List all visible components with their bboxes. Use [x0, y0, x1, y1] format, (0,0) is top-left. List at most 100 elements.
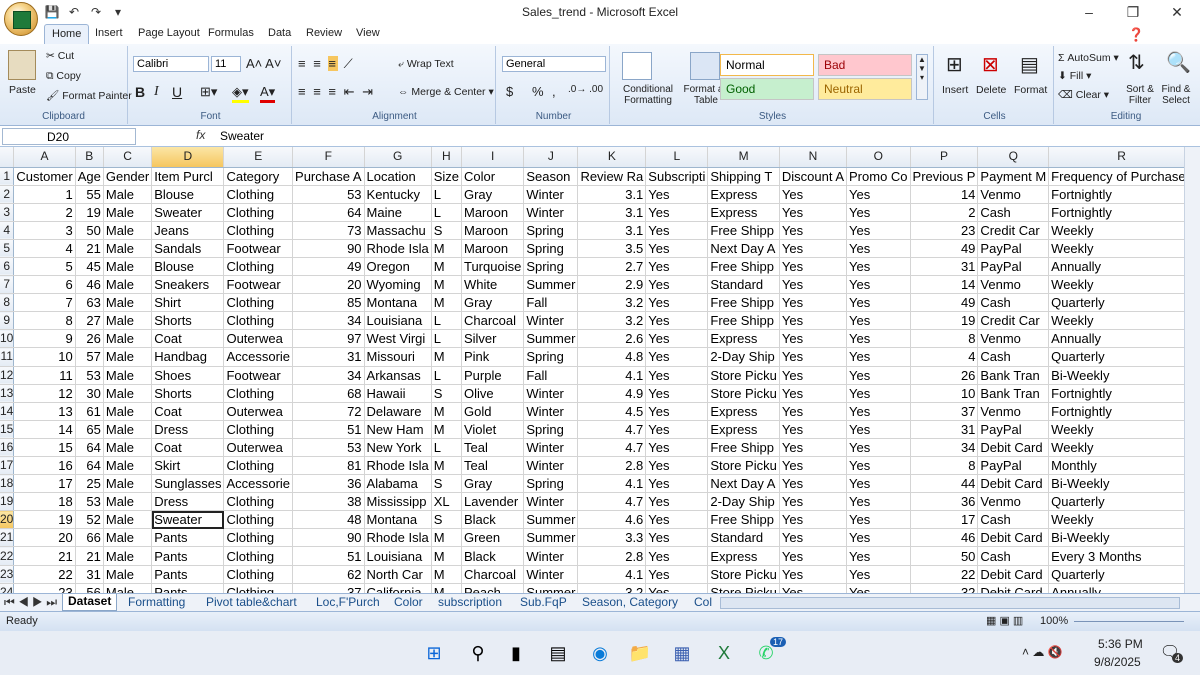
cell[interactable]: Debit Card: [977, 528, 1050, 548]
cell[interactable]: Sneakers: [151, 275, 225, 295]
cell[interactable]: Yes: [846, 474, 911, 494]
cell[interactable]: Teal: [461, 456, 525, 476]
merge-center-button[interactable]: ⇔ Merge & Center ▾: [398, 86, 494, 98]
cell[interactable]: Yes: [645, 293, 709, 313]
cell[interactable]: Yes: [846, 203, 911, 222]
font-color-icon[interactable]: A▾: [260, 84, 276, 103]
cell[interactable]: 53: [292, 185, 365, 204]
cell[interactable]: 34: [292, 366, 365, 385]
cell[interactable]: Weekly: [1048, 275, 1196, 295]
cell[interactable]: Express: [707, 185, 780, 204]
cell[interactable]: Missouri: [364, 347, 432, 367]
cell[interactable]: PayPal: [977, 420, 1050, 439]
cell[interactable]: Quarterly: [1048, 492, 1196, 512]
cell[interactable]: Winter: [523, 185, 579, 204]
decimal-icons[interactable]: .0→ .00: [568, 84, 603, 95]
cell[interactable]: 12: [13, 384, 76, 403]
office-button[interactable]: [4, 2, 38, 36]
cell[interactable]: Sweater: [151, 510, 225, 530]
cell[interactable]: Yes: [779, 293, 848, 313]
cell[interactable]: Pink: [461, 347, 525, 367]
cell[interactable]: Debit Card: [977, 565, 1050, 584]
cell[interactable]: Summer: [523, 583, 579, 593]
cell[interactable]: Yes: [846, 366, 911, 385]
cell[interactable]: Olive: [461, 384, 525, 403]
number-format-select[interactable]: General: [502, 56, 606, 72]
cell[interactable]: Yes: [779, 203, 848, 222]
cell[interactable]: Male: [103, 185, 153, 204]
cell[interactable]: Winter: [523, 311, 579, 331]
cell[interactable]: 11: [13, 366, 76, 385]
cell[interactable]: Winter: [523, 492, 579, 512]
cell[interactable]: Yes: [846, 239, 911, 258]
cell[interactable]: Store Picku: [707, 583, 780, 593]
cell[interactable]: 72: [292, 402, 365, 421]
cell[interactable]: Pants: [151, 565, 225, 584]
cell[interactable]: 4.8: [577, 347, 647, 367]
cell[interactable]: Fall: [523, 293, 579, 313]
cell[interactable]: 57: [75, 347, 104, 367]
row-header[interactable]: 6: [0, 257, 15, 277]
cell[interactable]: M: [431, 347, 462, 367]
bold-button[interactable]: B: [135, 84, 145, 100]
cell[interactable]: Bi-Weekly: [1048, 528, 1196, 548]
cell[interactable]: 16: [13, 456, 76, 476]
cell[interactable]: 62: [292, 565, 365, 584]
cell[interactable]: 34: [910, 438, 979, 458]
cell[interactable]: Arkansas: [364, 366, 432, 385]
cell[interactable]: Yes: [779, 185, 848, 204]
cell[interactable]: Next Day A: [707, 474, 780, 494]
column-header[interactable]: E: [223, 147, 294, 168]
cell[interactable]: Promo Co: [846, 167, 911, 186]
cell[interactable]: Male: [103, 329, 153, 349]
cell[interactable]: Gray: [461, 293, 525, 313]
cell[interactable]: 2.8: [577, 456, 647, 476]
cell[interactable]: Color: [461, 167, 525, 186]
currency-button[interactable]: $: [506, 84, 513, 99]
cell[interactable]: Spring: [523, 239, 579, 258]
cell[interactable]: M: [431, 456, 462, 476]
cell[interactable]: Free Shipp: [707, 438, 780, 458]
cell[interactable]: Purchase A: [292, 167, 365, 186]
cell[interactable]: Size: [431, 167, 462, 186]
cell[interactable]: Male: [103, 510, 153, 530]
cell[interactable]: Rhode Isla: [364, 528, 432, 548]
cell[interactable]: Wyoming: [364, 275, 432, 295]
cell[interactable]: 23: [13, 583, 76, 593]
cell[interactable]: Discount A: [779, 167, 848, 186]
format-painter-button[interactable]: 🖌 Format Painter: [46, 89, 132, 102]
cell[interactable]: 4.6: [577, 510, 647, 530]
sheet-tab-dataset[interactable]: Dataset: [62, 594, 118, 611]
cell[interactable]: 14: [13, 420, 76, 439]
column-header[interactable]: F: [292, 147, 365, 168]
row-header[interactable]: 21: [0, 528, 15, 548]
cell[interactable]: Yes: [846, 221, 911, 240]
cell[interactable]: Debit Card: [977, 474, 1050, 494]
cell[interactable]: 26: [75, 329, 104, 349]
vertical-scrollbar[interactable]: [1184, 147, 1200, 593]
edge-icon[interactable]: ◉: [588, 641, 612, 665]
row-header[interactable]: 12: [0, 366, 15, 385]
row-header[interactable]: 16: [0, 438, 15, 458]
cell[interactable]: Delaware: [364, 402, 432, 421]
cell[interactable]: 46: [75, 275, 104, 295]
sheet-tab-col[interactable]: Col: [694, 595, 712, 609]
format-table-icon[interactable]: [690, 52, 720, 80]
column-header[interactable]: L: [645, 147, 709, 168]
file-explorer-icon[interactable]: 📁: [628, 641, 652, 665]
cell[interactable]: 3.1: [577, 221, 647, 240]
cell[interactable]: Gender: [103, 167, 153, 186]
cell[interactable]: Yes: [645, 546, 709, 566]
cell[interactable]: Yes: [779, 347, 848, 367]
tab-home[interactable]: Home: [44, 24, 90, 45]
cell[interactable]: Venmo: [977, 185, 1050, 204]
cell[interactable]: Clothing: [223, 311, 294, 331]
cell[interactable]: Shirt: [151, 293, 225, 313]
cell[interactable]: Yes: [645, 347, 709, 367]
cell[interactable]: Age: [75, 167, 104, 186]
cell[interactable]: Maroon: [461, 203, 525, 222]
row-header[interactable]: 1: [0, 167, 15, 186]
cell[interactable]: Spring: [523, 347, 579, 367]
cell[interactable]: Yes: [846, 275, 911, 295]
cell[interactable]: Alabama: [364, 474, 432, 494]
